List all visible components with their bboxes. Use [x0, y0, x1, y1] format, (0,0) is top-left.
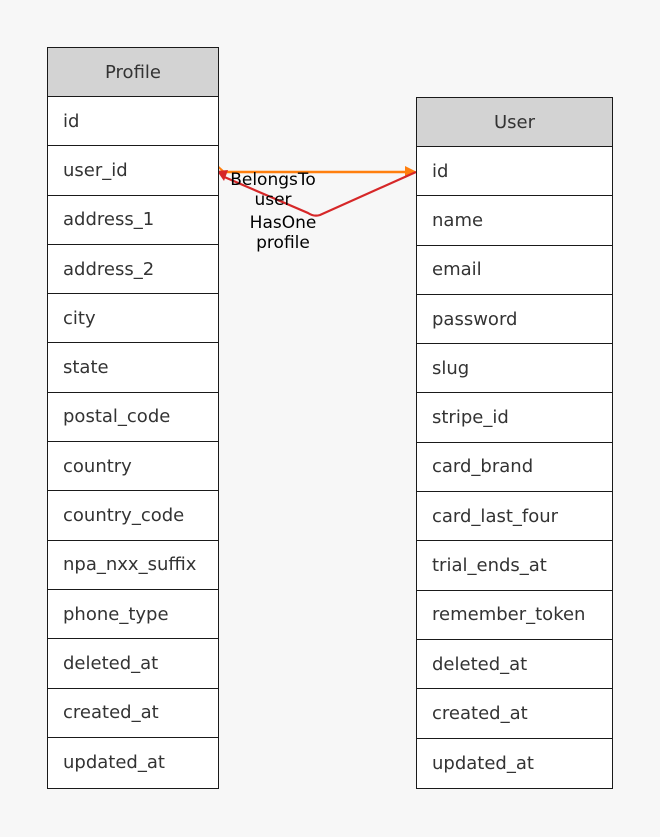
profile-field-address-2: address_2: [48, 245, 218, 295]
has-one-name: profile: [256, 233, 310, 253]
user-field-password: password: [417, 295, 612, 345]
belongs-to-name: user: [254, 190, 292, 210]
user-entity[interactable]: User id name email password slug stripe_…: [416, 97, 613, 789]
user-field-id: id: [417, 147, 612, 197]
user-field-email: email: [417, 246, 612, 295]
profile-field-phone-type: phone_type: [48, 590, 218, 640]
user-field-card-last-four: card_last_four: [417, 492, 612, 542]
has-one-type: HasOne: [249, 213, 317, 233]
user-field-name: name: [417, 196, 612, 246]
user-field-stripe-id: stripe_id: [417, 393, 612, 443]
user-field-updated-at: updated_at: [432, 752, 534, 774]
user-field-deleted-at: deleted_at: [417, 640, 612, 690]
profile-field-state: state: [48, 343, 218, 393]
profile-field-country-code: country_code: [48, 491, 218, 541]
user-field-slug: slug: [417, 344, 612, 394]
profile-entity-title: Profile: [48, 48, 218, 97]
profile-entity[interactable]: Profile id user_id address_1 address_2 c…: [47, 47, 219, 789]
profile-field-postal-code: postal_code: [48, 393, 218, 443]
user-field-card-brand: card_brand: [417, 443, 612, 493]
profile-field-created-at: created_at: [48, 689, 218, 738]
profile-field-npa-nxx-suffix: npa_nxx_suffix: [48, 541, 218, 590]
profile-field-id: id: [48, 97, 218, 147]
profile-field-country: country: [48, 442, 218, 492]
belongs-to-label: BelongsTo user: [221, 170, 325, 210]
profile-field-address-1: address_1: [48, 196, 218, 245]
user-field-trial-ends-at: trial_ends_at: [417, 541, 612, 591]
user-field-created-at: created_at: [417, 689, 612, 739]
profile-field-user-id: user_id: [48, 146, 218, 196]
belongs-to-type: BelongsTo: [230, 170, 316, 190]
profile-field-city: city: [48, 294, 218, 344]
user-entity-title: User: [417, 98, 612, 147]
profile-field-deleted-at: deleted_at: [48, 639, 218, 689]
has-one-label: HasOne profile: [231, 213, 335, 253]
user-field-remember-token: remember_token: [417, 591, 612, 640]
profile-field-updated-at: updated_at: [63, 752, 165, 773]
